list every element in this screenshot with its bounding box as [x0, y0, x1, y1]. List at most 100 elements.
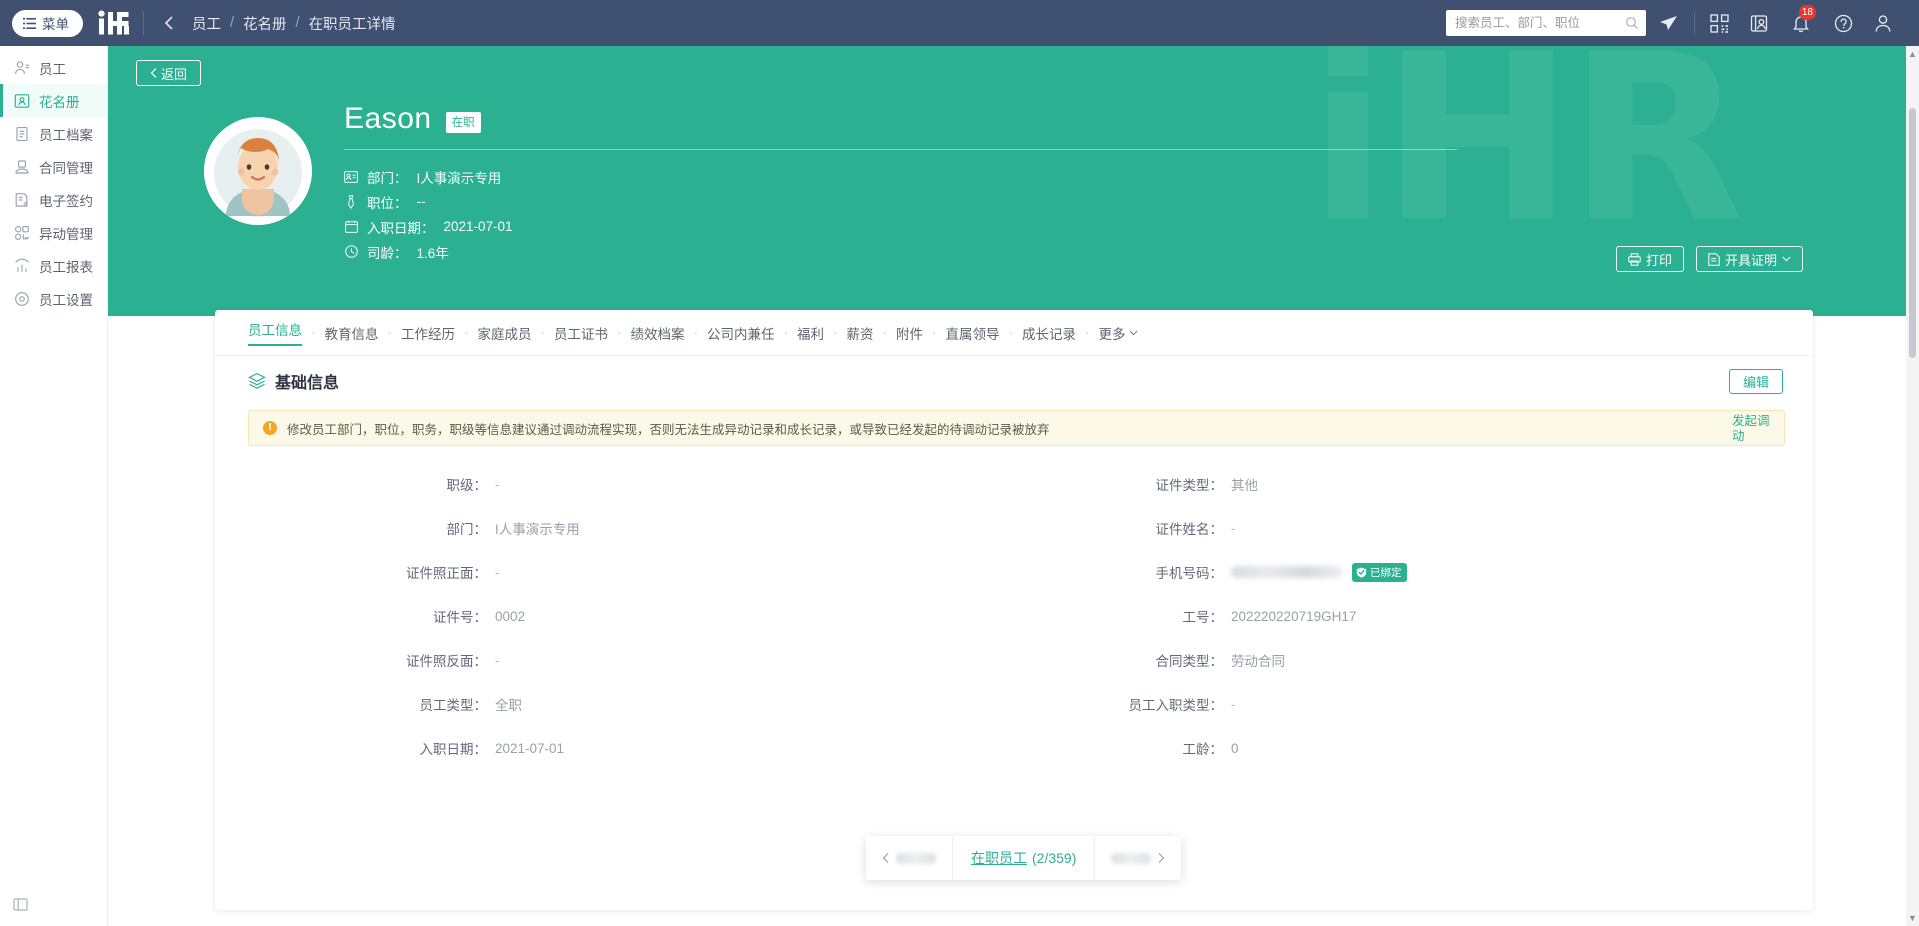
tab-separator: · [311, 325, 316, 340]
field-id-photo-back: 证件照反面： - [215, 638, 951, 682]
field-value: - [1231, 521, 1236, 536]
breadcrumb-separator: / [296, 15, 300, 31]
chart-icon [14, 258, 30, 274]
edit-button[interactable]: 编辑 [1729, 369, 1783, 394]
tab-bar: 员工信息 · 教育信息 · 工作经历 · 家庭成员 · 员工证书 · 绩效档案 … [215, 310, 1813, 356]
field-value: - [495, 565, 500, 580]
sidebar-item-settings[interactable]: 员工设置 [0, 282, 107, 315]
pager-list-label: 在职员工 [971, 848, 1027, 868]
help-icon[interactable] [1823, 0, 1863, 46]
detail-card: 员工信息 · 教育信息 · 工作经历 · 家庭成员 · 员工证书 · 绩效档案 … [215, 310, 1813, 910]
bell-icon[interactable]: 18 [1779, 0, 1823, 46]
sidebar-item-transfer[interactable]: 异动管理 [0, 216, 107, 249]
tab-employee-info[interactable]: 员工信息 [248, 319, 302, 346]
paper-plane-icon[interactable] [1646, 0, 1690, 46]
contacts-icon[interactable] [1739, 0, 1779, 46]
employee-summary: Eason 在职 部门： I人事演示专用 [344, 102, 1464, 264]
search-input[interactable] [1446, 10, 1646, 36]
field-value: - [495, 653, 500, 668]
breadcrumb-item-1[interactable]: 花名册 [243, 13, 287, 34]
breadcrumb-item-2: 在职员工详情 [309, 13, 396, 34]
tab-salary[interactable]: 薪资 [847, 323, 874, 343]
scrollbar-thumb[interactable] [1909, 108, 1916, 358]
hero-field-label: 职位： [367, 192, 408, 212]
tab-internal-concurrent[interactable]: 公司内兼任 [707, 323, 775, 343]
top-bar: 菜单 员工 / 花名册 / 在职员工详情 [0, 0, 1919, 46]
sidebar-item-roster[interactable]: 花名册 [0, 84, 107, 117]
top-bar-actions: 18 [1446, 0, 1919, 46]
tab-separator: · [1085, 325, 1090, 340]
tab-growth-record[interactable]: 成长记录 [1022, 323, 1076, 343]
masked-prev-employee-name [896, 853, 936, 864]
hero-fields: 部门： I人事演示专用 职位： -- [344, 164, 1464, 264]
hero-field-department: 部门： I人事演示专用 [344, 164, 1464, 189]
avatar-illustration-icon [204, 117, 312, 225]
page-scrollbar[interactable]: ▲ ▼ [1906, 46, 1919, 926]
status-badge: 在职 [446, 112, 481, 133]
pager-next-button[interactable] [1095, 836, 1181, 880]
chevron-right-icon [1157, 852, 1165, 864]
field-value: 2021-07-01 [495, 741, 564, 756]
tab-attachments[interactable]: 附件 [896, 323, 923, 343]
pager-current-list[interactable]: 在职员工 (2/359) [952, 836, 1095, 880]
sidebar-item-esign[interactable]: 电子签约 [0, 183, 107, 216]
collapse-icon[interactable] [10, 894, 30, 914]
hero-field-position: 职位： -- [344, 189, 1464, 214]
print-button[interactable]: 打印 [1616, 246, 1684, 272]
field-rank: 职级： - [215, 462, 951, 506]
print-button-label: 打印 [1646, 250, 1672, 269]
global-search[interactable] [1446, 10, 1646, 36]
field-label: 证件照正面： [215, 562, 495, 582]
qrcode-icon[interactable] [1699, 0, 1739, 46]
warning-icon: ! [263, 421, 277, 435]
breadcrumb-item-0[interactable]: 员工 [192, 13, 221, 34]
field-value: I人事演示专用 [495, 518, 580, 538]
field-label: 手机号码： [951, 562, 1231, 582]
settings-icon [14, 291, 30, 307]
tab-benefits[interactable]: 福利 [797, 323, 824, 343]
tab-family-members[interactable]: 家庭成员 [478, 323, 532, 343]
field-label: 员工类型： [215, 694, 495, 714]
sidebar-item-label: 电子签约 [39, 190, 93, 210]
hero-field-label: 司龄： [367, 242, 408, 262]
back-button[interactable]: 返回 [136, 60, 201, 86]
tab-certificates[interactable]: 员工证书 [554, 323, 608, 343]
layers-icon [248, 372, 266, 390]
user-icon[interactable] [1863, 0, 1903, 46]
sidebar-item-archive[interactable]: 员工档案 [0, 117, 107, 150]
avatar[interactable] [204, 117, 312, 225]
initiate-transfer-link[interactable]: 发起调动 [1732, 414, 1770, 444]
pager-counter: (2/359) [1032, 850, 1076, 866]
calendar-icon [344, 220, 358, 234]
contract-icon [14, 159, 30, 175]
sidebar-item-employee[interactable]: 员工 [0, 51, 107, 84]
tab-more-button[interactable]: 更多 [1099, 323, 1138, 343]
tab-direct-leader[interactable]: 直属领导 [946, 323, 1000, 343]
field-label: 证件姓名： [951, 518, 1231, 538]
sidebar-item-label: 花名册 [39, 91, 80, 111]
issue-certificate-button[interactable]: 开具证明 [1696, 246, 1803, 272]
search-icon[interactable] [1625, 16, 1639, 30]
tab-separator: · [883, 325, 888, 340]
masked-phone-value [1231, 566, 1343, 578]
field-contract-type: 合同类型： 劳动合同 [951, 638, 1687, 682]
nav-back-icon[interactable] [158, 12, 180, 34]
menu-button[interactable]: 菜单 [12, 10, 83, 37]
field-department: 部门： I人事演示专用 [215, 506, 951, 550]
sidebar-item-contract[interactable]: 合同管理 [0, 150, 107, 183]
scroll-up-icon[interactable]: ▲ [1906, 47, 1919, 61]
tab-work-experience[interactable]: 工作经历 [401, 323, 455, 343]
tab-separator: · [464, 325, 469, 340]
sidebar-item-reports[interactable]: 员工报表 [0, 249, 107, 282]
field-label: 入职日期： [215, 738, 495, 758]
field-label: 员工入职类型： [951, 694, 1231, 714]
scroll-down-icon[interactable]: ▼ [1906, 911, 1919, 925]
chevron-left-icon [882, 852, 890, 864]
tab-education-info[interactable]: 教育信息 [325, 323, 379, 343]
back-button-label: 返回 [161, 64, 187, 83]
brand-logo[interactable] [97, 9, 131, 37]
pager-prev-button[interactable] [866, 836, 952, 880]
tab-performance[interactable]: 绩效档案 [631, 323, 685, 343]
chevron-left-icon [150, 67, 158, 79]
tab-separator: · [784, 325, 789, 340]
